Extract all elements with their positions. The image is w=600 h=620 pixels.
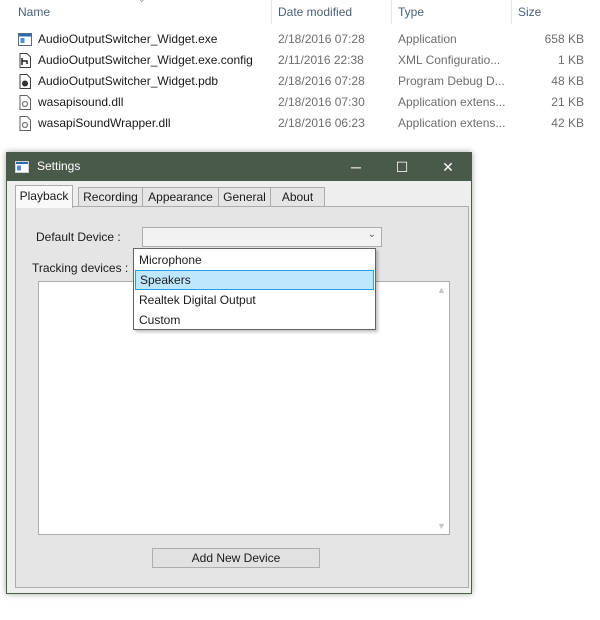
tab-recording[interactable]: Recording <box>78 187 143 207</box>
maximize-button[interactable]: ☐ <box>379 153 425 181</box>
file-size: 42 KB <box>551 116 584 130</box>
scroll-down-icon[interactable]: ▼ <box>437 521 446 531</box>
vertical-scrollbar[interactable]: ▲ ▼ <box>434 282 449 534</box>
dropdown-option-custom[interactable]: Custom <box>135 310 374 330</box>
file-date: 2/11/2016 22:38 <box>278 53 364 67</box>
file-size: 21 KB <box>551 95 584 109</box>
column-header-date[interactable]: Date modified <box>278 4 352 24</box>
file-name: AudioOutputSwitcher_Widget.exe.config <box>38 53 253 67</box>
column-header-bar: ⌄ Name Date modified Type Size <box>0 0 600 24</box>
settings-window: Settings ─ ☐ ✕ Playback Recording Appear… <box>6 152 472 594</box>
tab-general[interactable]: General <box>218 187 271 207</box>
file-date: 2/18/2016 07:30 <box>278 95 365 109</box>
file-type: Application <box>398 32 457 46</box>
file-row[interactable]: wasapisound.dll 2/18/2016 07:30 Applicat… <box>0 92 600 113</box>
file-date: 2/18/2016 07:28 <box>278 32 365 46</box>
minimize-button[interactable]: ─ <box>333 153 379 181</box>
dropdown-option-speakers[interactable]: Speakers <box>135 270 374 290</box>
column-header-size[interactable]: Size <box>518 4 541 24</box>
chevron-down-icon: ⌄ <box>367 229 376 240</box>
exe-icon <box>18 33 32 46</box>
file-row[interactable]: AudioOutputSwitcher_Widget.exe 2/18/2016… <box>0 29 600 50</box>
default-device-combobox[interactable]: ⌄ <box>142 227 382 247</box>
default-device-label: Default Device : <box>36 230 121 244</box>
file-type: XML Configuratio... <box>398 53 501 67</box>
file-row[interactable]: AudioOutputSwitcher_Widget.exe.config 2/… <box>0 50 600 71</box>
file-size: 658 KB <box>544 32 584 46</box>
window-title: Settings <box>37 159 81 173</box>
title-bar[interactable]: Settings ─ ☐ ✕ <box>7 153 471 181</box>
file-type: Program Debug D... <box>398 74 505 88</box>
file-type: Application extens... <box>398 116 506 130</box>
file-size: 48 KB <box>551 74 584 88</box>
column-header-type[interactable]: Type <box>398 4 424 24</box>
file-name: AudioOutputSwitcher_Widget.exe <box>38 32 218 46</box>
app-window-icon <box>15 161 29 173</box>
minimize-icon: ─ <box>351 159 361 175</box>
dll-file-icon <box>19 116 31 131</box>
column-divider[interactable] <box>511 0 512 24</box>
file-name: wasapisound.dll <box>38 95 124 109</box>
column-header-name[interactable]: Name <box>18 4 50 24</box>
pdb-file-icon <box>19 74 31 89</box>
file-date: 2/18/2016 06:23 <box>278 116 365 130</box>
add-new-device-button[interactable]: Add New Device <box>152 548 320 568</box>
dropdown-option-microphone[interactable]: Microphone <box>135 250 374 270</box>
dll-file-icon <box>19 95 31 110</box>
file-explorer: ⌄ Name Date modified Type Size AudioOutp… <box>0 0 600 150</box>
tracking-devices-label: Tracking devices : <box>32 261 129 275</box>
column-divider[interactable] <box>271 0 272 24</box>
column-divider[interactable] <box>391 0 392 24</box>
file-name: wasapiSoundWrapper.dll <box>38 116 171 130</box>
file-size: 1 KB <box>557 53 584 67</box>
file-type: Application extens... <box>398 95 506 109</box>
tab-about[interactable]: About <box>270 187 325 207</box>
config-file-icon <box>19 53 31 68</box>
close-button[interactable]: ✕ <box>425 153 471 181</box>
file-name: AudioOutputSwitcher_Widget.pdb <box>38 74 219 88</box>
sort-chevron-icon: ⌄ <box>138 0 146 5</box>
tab-appearance[interactable]: Appearance <box>142 187 219 207</box>
file-row[interactable]: wasapiSoundWrapper.dll 2/18/2016 06:23 A… <box>0 113 600 134</box>
dropdown-option-realtek-digital-output[interactable]: Realtek Digital Output <box>135 290 374 310</box>
file-date: 2/18/2016 07:28 <box>278 74 365 88</box>
scroll-up-icon[interactable]: ▲ <box>437 285 446 295</box>
device-dropdown-list: Microphone Speakers Realtek Digital Outp… <box>133 248 376 330</box>
file-row[interactable]: AudioOutputSwitcher_Widget.pdb 2/18/2016… <box>0 71 600 92</box>
tab-playback[interactable]: Playback <box>15 185 73 208</box>
maximize-icon: ☐ <box>395 159 409 175</box>
close-icon: ✕ <box>442 159 454 175</box>
